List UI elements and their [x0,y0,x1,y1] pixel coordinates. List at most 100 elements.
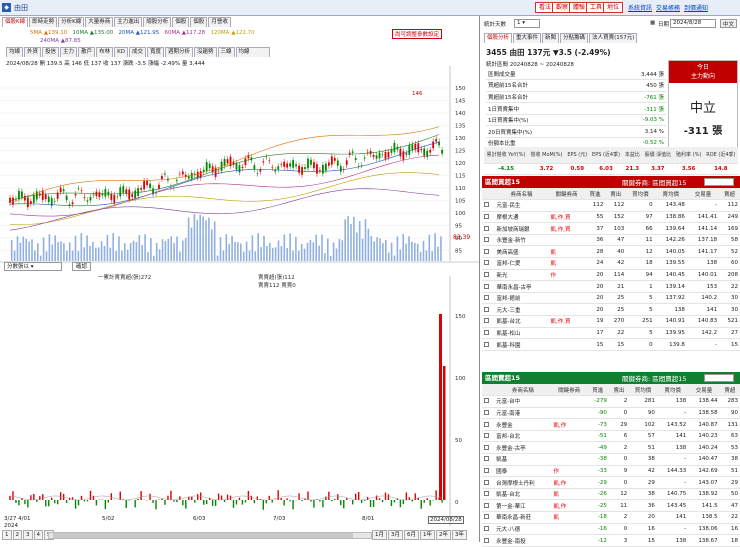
broker-row[interactable]: 華南永昌-新莊凱-18220141138.522 [482,512,740,524]
row-checkbox[interactable] [484,214,489,219]
language-button[interactable]: 中文 [720,19,737,28]
row-checkbox[interactable] [484,202,489,207]
broker-row[interactable]: 元大-三重2025513814130 [482,304,740,316]
tab-news[interactable]: 新聞 [542,33,559,43]
param-settings-link[interactable]: 尚可調整參數設定 [392,29,442,39]
row-checkbox[interactable] [484,445,489,450]
tab-branch-chips[interactable]: 分點籌碼 [560,33,588,43]
tab-monthly-revenue[interactable]: 月營收 [208,17,231,27]
row-checkbox[interactable] [484,503,489,508]
horizontal-scrollbar[interactable] [48,532,372,539]
broker-row[interactable]: 永豐金-新竹364711142.26137.1858 [482,234,740,246]
broker-row[interactable]: 永豐金-南投-12315138138.6718 [482,535,740,547]
broker-row[interactable]: 華南永昌-古亭20211139.1415322 [482,281,740,293]
row-checkbox[interactable] [484,468,489,473]
row-checkbox[interactable] [484,284,489,289]
row-checkbox[interactable] [484,318,489,323]
subtab-select[interactable]: 均線 [236,47,270,57]
broker-row[interactable]: 摩根大通凱,作,買5515297138.86141.41249 [482,211,740,223]
row-checkbox[interactable] [484,330,489,335]
row-checkbox[interactable] [484,237,489,242]
range-1m-button[interactable]: 1月 [372,530,387,540]
subtab-kd[interactable]: KD [114,47,128,57]
subtab-bollinger[interactable]: 布林 [96,47,113,57]
stat-days-select[interactable]: 1 ▾ [514,19,540,28]
subtab-retail[interactable]: 散戶 [78,47,95,57]
broker-row[interactable]: 國泰作-33942144.33142.6951 [482,465,740,477]
row-checkbox[interactable] [484,260,489,265]
row-checkbox[interactable] [484,433,489,438]
broker-row[interactable]: 凱基-台北凱,作,買19270251140.91140.83521 [482,316,740,328]
range-6m-button[interactable]: 6月 [404,530,419,540]
subtab-width[interactable]: 寬度 [147,47,164,57]
tab-stock-2[interactable]: 個股 [190,17,207,27]
row-checkbox[interactable] [484,272,489,277]
tab-stock-analysis[interactable]: 個股分析 [484,33,512,43]
subtab-foreign[interactable]: 外資 [24,47,41,57]
page-3-button[interactable]: 3 [23,530,33,540]
broker-row[interactable]: 台灣摩根士丹利凱,作-29029-143.0729 [482,477,740,489]
broker-row[interactable]: 富邦-台北-51657141140.2363 [482,430,740,442]
row-checkbox[interactable] [484,398,489,403]
scrollbar-thumb[interactable] [53,533,353,538]
tab-stock-1[interactable]: 個股 [172,17,189,27]
page-2-button[interactable]: 2 [13,530,23,540]
row-checkbox[interactable] [484,480,489,485]
date-input[interactable]: 2024/8/28 [670,19,716,28]
broker-row[interactable]: 富邦-仁愛凱244218139.5513860 [482,258,740,270]
trade-account-link[interactable]: 交易帳務 [656,3,680,12]
broker-row[interactable]: 凱基-台北凱-261238140.75138.9250 [482,488,740,500]
subtab-trust[interactable]: 投信 [42,47,59,57]
tab-major-events[interactable]: 重大事件 [513,33,541,43]
broker-row[interactable]: 元大-八德-16016-138.0616 [482,523,740,535]
tab-kline[interactable]: 個股K線 [2,17,28,27]
broker-row[interactable]: 凱基-科園15150139.8-15 [482,339,740,351]
subtab-main[interactable]: 主力 [60,47,77,57]
broker-row[interactable]: 元富-台中-2792281138138.44283 [482,396,740,408]
page-4-button[interactable]: 4 [34,530,44,540]
broker-row[interactable]: 富邦-館前20255137.92140.230 [482,292,740,304]
sell-select-box[interactable] [704,374,734,382]
range-1y-button[interactable]: 1年 [420,530,435,540]
row-checkbox[interactable] [484,491,489,496]
page-1-button[interactable]: 1 [2,530,12,540]
broker-row[interactable]: 第一金-華江凱,作-251136143.45141.547 [482,500,740,512]
reset-button[interactable]: 確認 [72,262,91,271]
row-checkbox[interactable] [484,410,489,415]
subtab-trendless[interactable]: 沒趨勢 [194,47,217,57]
status-button[interactable]: 地位 [603,2,623,13]
row-checkbox[interactable] [484,249,489,254]
broker-row[interactable]: 元富-南港-90090-138.5890 [482,407,740,419]
volume-mode-select[interactable]: 分數張以 ▾ [4,262,62,271]
row-checkbox[interactable] [484,295,489,300]
broker-row[interactable]: 新加坡商瑞銀凱,作,買3710366139.64141.14169 [482,223,740,235]
broker-row[interactable]: 永豐金凱,作-7329102143.52140.87131 [482,419,740,431]
subtab-ma[interactable]: 均線 [6,47,23,57]
broker-row[interactable]: 元富-民生1121120143.48-112 [482,200,740,212]
range-3m-button[interactable]: 3月 [388,530,403,540]
range-2y-button[interactable]: 2年 [436,530,451,540]
broker-row[interactable]: 凱基-38038-140.4738 [482,454,740,466]
row-checkbox[interactable] [484,307,489,312]
broker-row[interactable]: 美商高盛凱284012140.05141.1752 [482,246,740,258]
tab-total-analysis[interactable]: 總股分析 [143,17,171,27]
tab-institutional[interactable]: 法人買賣(157元) [589,33,637,43]
row-checkbox[interactable] [484,422,489,427]
calendar-icon[interactable]: ▦ [650,20,655,26]
range-3y-button[interactable]: 3年 [452,530,467,540]
broker-row[interactable]: 永豐金-古亭-49251138140.2453 [482,442,740,454]
subtab-three-line[interactable]: 三線 [218,47,235,57]
broker-row[interactable]: 凱基-松山17225139.95142.227 [482,327,740,339]
broker-row[interactable]: 新光作2011494140.45140.01208 [482,269,740,281]
tab-big-brokers[interactable]: 大量券商 [85,17,113,27]
row-checkbox[interactable] [484,514,489,519]
subtab-cycle[interactable]: 週期分析 [165,47,193,57]
row-checkbox[interactable] [484,526,489,531]
row-checkbox[interactable] [484,226,489,231]
tab-analysis-kline[interactable]: 分析K線 [58,17,84,27]
row-checkbox[interactable] [484,456,489,461]
tab-main-force[interactable]: 主力進出 [114,17,142,27]
subtab-volume[interactable]: 成交 [129,47,146,57]
buy-select-box[interactable] [704,178,734,186]
row-checkbox[interactable] [484,342,489,347]
